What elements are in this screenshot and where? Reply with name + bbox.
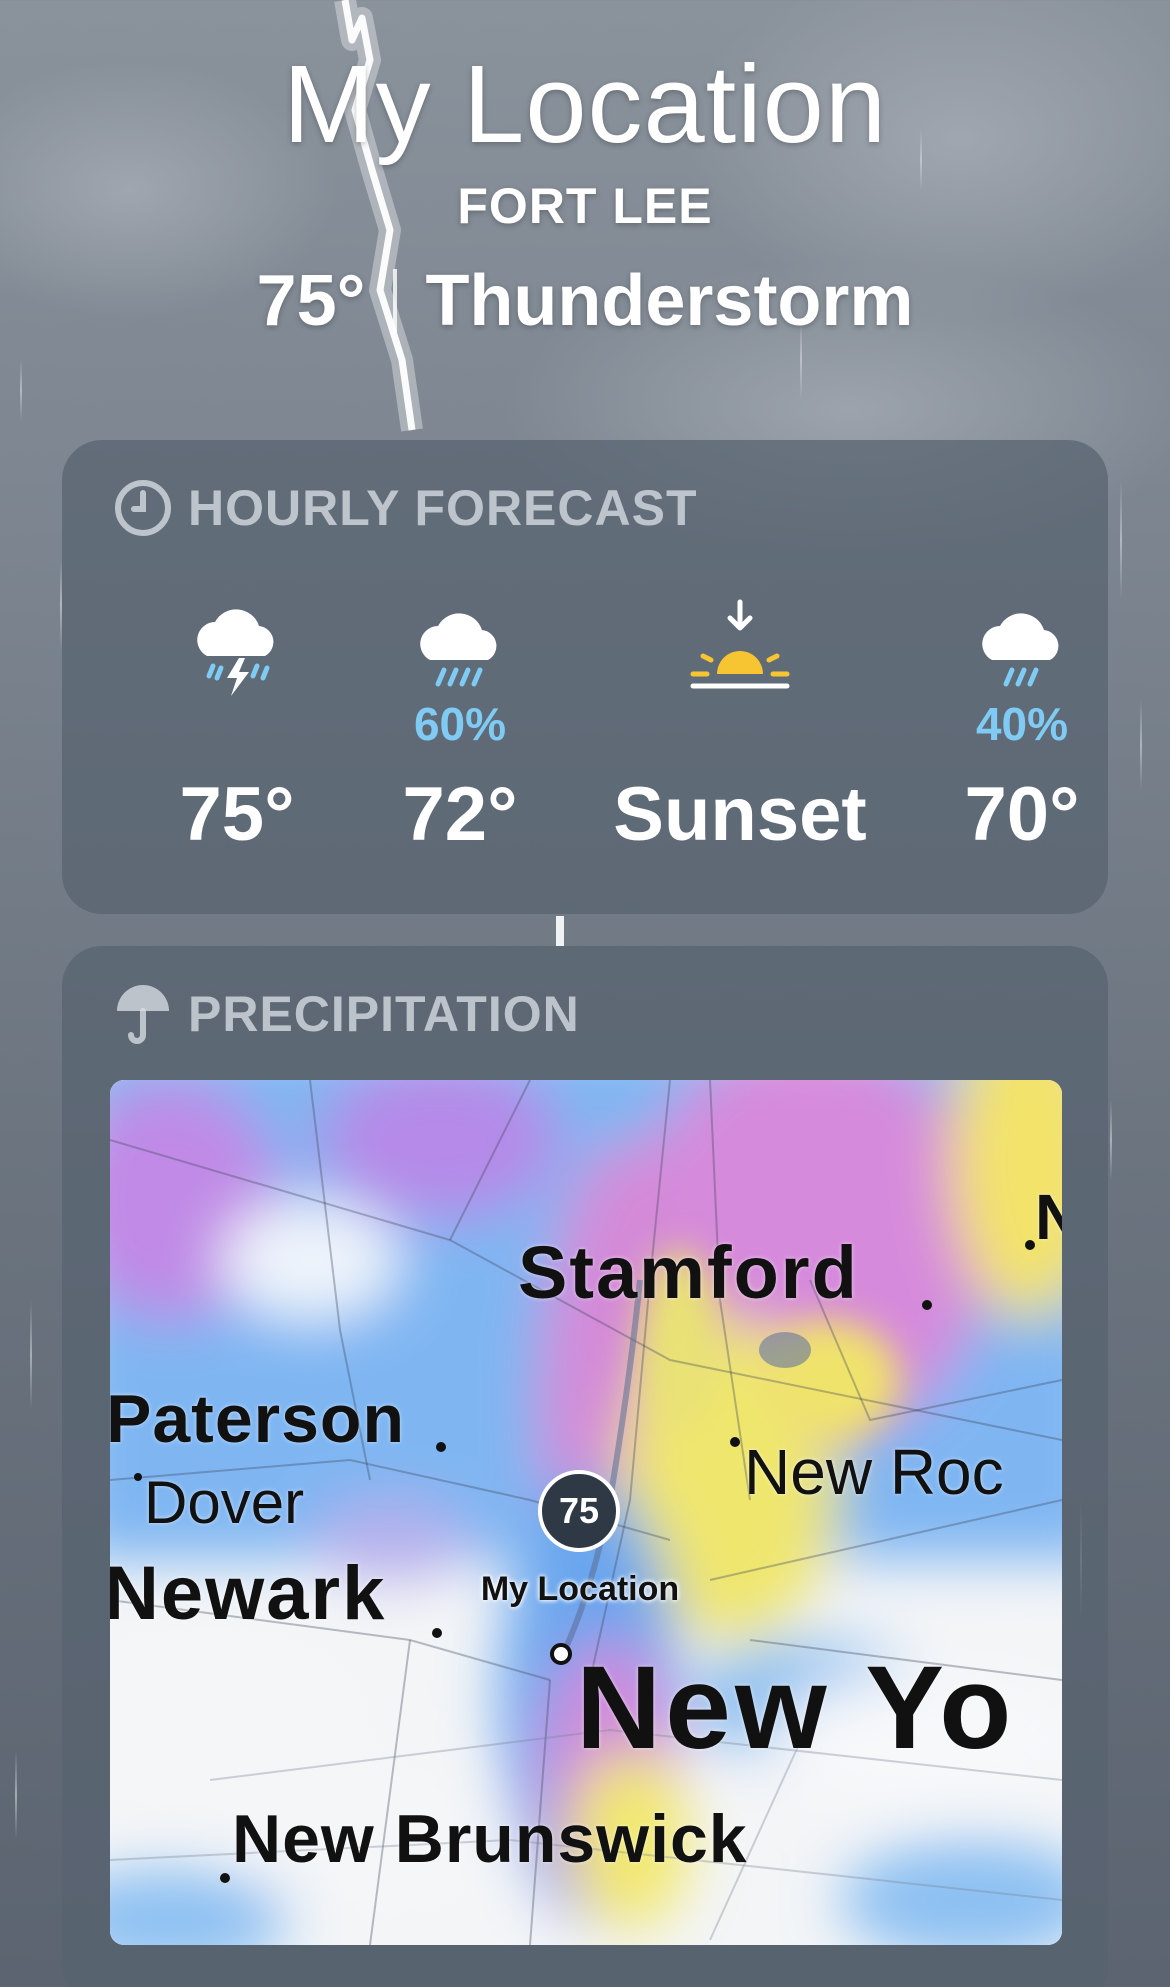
city-label-edge: N	[1035, 1181, 1062, 1253]
current-condition: Thunderstorm	[425, 261, 914, 341]
precipitation-card[interactable]: PRECIPITATION Stamford Paterson Dover Ne…	[62, 946, 1108, 1987]
city-label-paterson: Paterson	[110, 1381, 405, 1457]
cloud-rain-icon	[892, 588, 1152, 698]
hour-item: 40% 70°	[892, 588, 1152, 860]
city-label-new-brunswick: New Brunswick	[232, 1801, 748, 1877]
hour-temp: 75°	[179, 772, 295, 857]
sunset-icon	[610, 588, 870, 698]
precipitation-header: PRECIPITATION	[62, 946, 1108, 1054]
city-label-stamford: Stamford	[518, 1231, 859, 1314]
hour-item: 60% 72°	[330, 588, 590, 860]
current-conditions: 75° Thunderstorm	[0, 258, 1170, 344]
city-label-new-york: New Yo	[576, 1642, 1016, 1774]
hour-item: 75°	[107, 588, 367, 860]
hour-precip	[610, 698, 870, 750]
city-dot	[730, 1437, 740, 1447]
divider	[393, 269, 398, 333]
cloud-rain-icon	[330, 588, 590, 698]
location-title: My Location	[282, 43, 888, 166]
hour-item: Sunset	[610, 588, 870, 860]
city-dot	[436, 1442, 446, 1452]
city-label-new-rochelle: New Roc	[744, 1436, 1004, 1508]
cloud-bolt-rain-icon	[107, 588, 367, 698]
city-dot	[134, 1473, 142, 1481]
hourly-forecast-card[interactable]: HOURLY FORECAST 75° 60% 72° Sunset 40% 7…	[62, 440, 1108, 914]
hour-temp: 70°	[964, 772, 1080, 857]
hour-precip	[107, 698, 367, 750]
hourly-forecast-header: HOURLY FORECAST	[62, 440, 1108, 548]
clock-icon	[114, 479, 172, 537]
city-label-dover: Dover	[144, 1469, 305, 1536]
hour-temp: Sunset	[613, 772, 867, 857]
city-dot	[432, 1628, 442, 1638]
precipitation-map[interactable]: Stamford Paterson Dover Newark New Roc N…	[110, 1080, 1062, 1945]
umbrella-icon	[114, 985, 172, 1044]
location-marker	[550, 1643, 572, 1665]
current-location-label: My Location	[480, 1570, 680, 1608]
city-dot	[220, 1873, 230, 1883]
hourly-forecast-title: HOURLY FORECAST	[188, 480, 698, 536]
hour-precip: 60%	[413, 698, 507, 750]
location-subtitle: FORT LEE	[457, 178, 713, 234]
city-dot	[1025, 1240, 1035, 1250]
current-location-pin[interactable]: 75	[538, 1470, 620, 1552]
city-dot	[922, 1300, 932, 1310]
hour-precip: 40%	[975, 698, 1069, 750]
city-label-newark: Newark	[110, 1551, 387, 1636]
precipitation-title: PRECIPITATION	[188, 986, 580, 1042]
hour-temp: 72°	[402, 772, 518, 857]
location-header: My Location FORT LEE 75° Thunderstorm	[0, 40, 1170, 344]
current-temperature: 75°	[256, 261, 366, 341]
